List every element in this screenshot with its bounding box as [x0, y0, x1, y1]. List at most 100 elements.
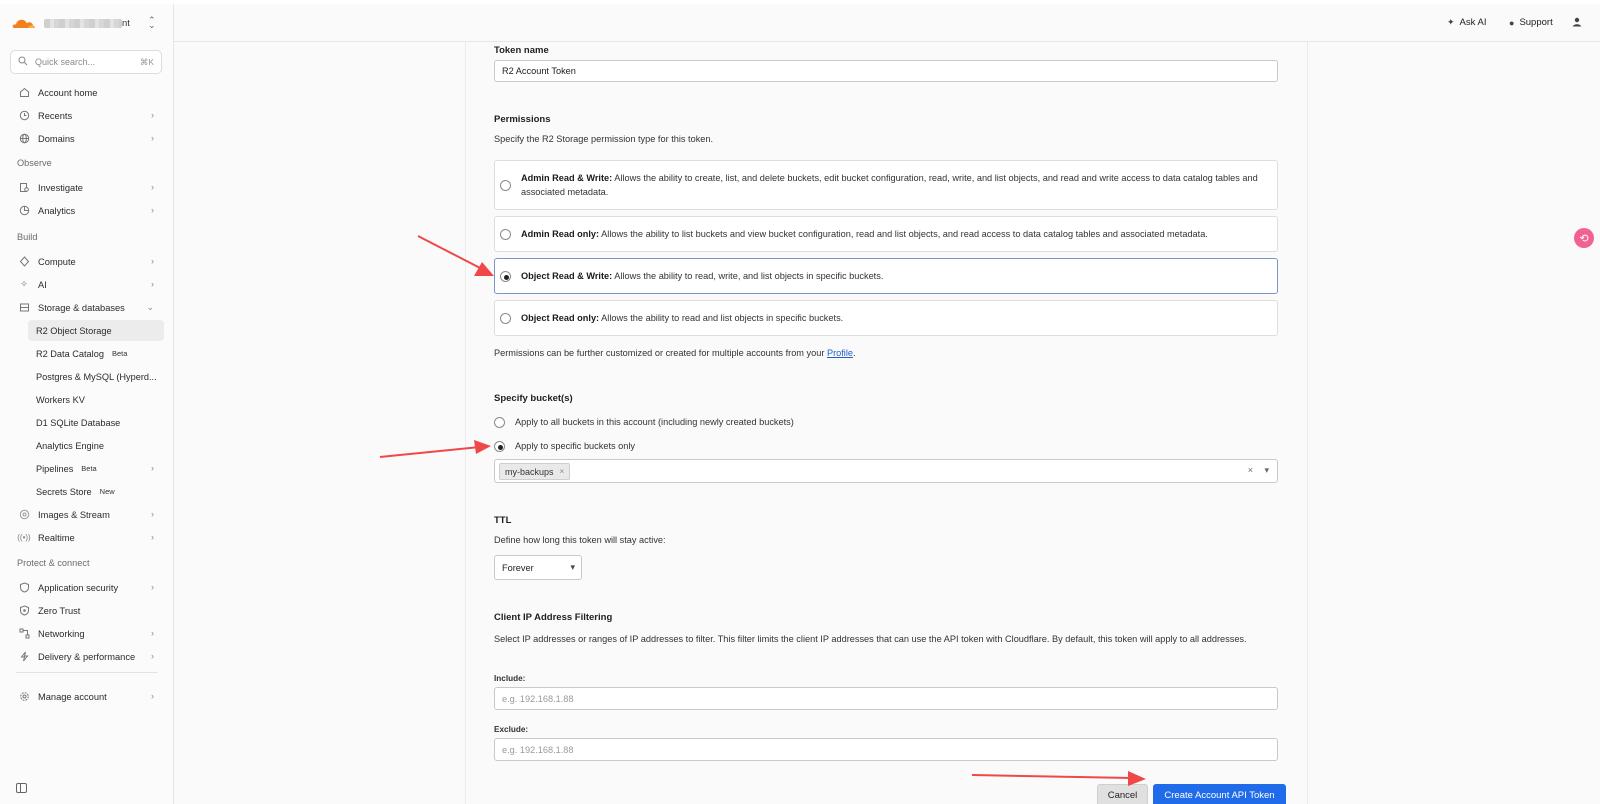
group-label-observe: Observe — [17, 158, 52, 168]
permission-option-admin-read-write[interactable]: Admin Read & Write: Allows the ability t… — [494, 160, 1278, 210]
help-icon: ● — [1509, 17, 1515, 28]
ttl-select[interactable]: Forever ▾ — [494, 555, 582, 580]
permission-option-text: Admin Read only: Allows the ability to l… — [521, 227, 1261, 241]
remove-tag-icon[interactable]: × — [560, 467, 565, 476]
sidebar-item-recents[interactable]: Recents › — [10, 105, 164, 126]
permission-title: Object Read & Write: — [521, 271, 613, 281]
sparkle-icon: ✧ — [20, 279, 28, 289]
radio-object-read-write[interactable] — [500, 271, 511, 282]
bucket-option-specific-label: Apply to specific buckets only — [515, 441, 636, 451]
sidebar-item-label: Application security — [38, 582, 119, 593]
bucket-tag-label: my-backups — [505, 466, 554, 477]
sidebar-item-account-home[interactable]: Account home — [10, 82, 164, 103]
sidebar-item-networking[interactable]: Networking › — [10, 623, 164, 644]
home-icon — [18, 87, 30, 99]
token-name-value: R2 Account Token — [502, 66, 576, 76]
sidebar-item-postgres-mysql[interactable]: Postgres & MySQL (Hyperd... — [28, 366, 164, 387]
sidebar-item-label: Workers KV — [36, 394, 85, 405]
permission-option-object-read-only[interactable]: Object Read only: Allows the ability to … — [494, 300, 1278, 336]
radio-all-buckets[interactable] — [494, 417, 505, 428]
ask-ai-button[interactable]: ✦ Ask AI — [1447, 17, 1486, 28]
sidebar-item-label: R2 Data Catalog — [36, 348, 104, 359]
ip-filter-label: Client IP Address Filtering — [494, 612, 613, 623]
sidebar-item-domains[interactable]: Domains › — [10, 128, 164, 149]
chevron-right-icon: › — [151, 182, 154, 192]
exclude-label: Exclude: — [494, 725, 529, 734]
sidebar-item-r2-object-storage[interactable]: R2 Object Storage — [28, 320, 164, 341]
sidebar-item-ai[interactable]: ✧ AI › — [10, 274, 164, 295]
permission-option-text: Object Read only: Allows the ability to … — [521, 311, 1261, 325]
chevron-right-icon: › — [151, 279, 154, 289]
buckets-label: Specify bucket(s) — [494, 393, 573, 404]
exclude-placeholder: e.g. 192.168.1.88 — [502, 744, 574, 755]
sidebar-item-label: Manage account — [38, 691, 107, 702]
chevron-right-icon: › — [151, 256, 154, 266]
sidebar-item-storage-databases[interactable]: Storage & databases ⌄ — [10, 297, 164, 318]
beta-badge: Beta — [111, 349, 128, 358]
exclude-ip-input[interactable]: e.g. 192.168.1.88 — [494, 738, 1278, 761]
sidebar-item-label: D1 SQLite Database — [36, 417, 121, 428]
bucket-option-all[interactable]: Apply to all buckets in this account (in… — [494, 416, 1094, 430]
redacted-account-name — [44, 18, 122, 28]
sidebar-item-label: R2 Object Storage — [36, 325, 112, 336]
beta-badge: Beta — [81, 464, 97, 473]
permissions-description: Specify the R2 Storage permission type f… — [494, 134, 714, 144]
globe-icon — [18, 133, 30, 145]
sidebar-item-manage-account[interactable]: Manage account › — [10, 686, 164, 707]
sidebar-item-delivery-performance[interactable]: Delivery & performance › — [10, 646, 164, 667]
cancel-button[interactable]: Cancel — [1097, 784, 1148, 804]
account-switcher[interactable]: nt ⌃ ⌄ — [0, 4, 174, 42]
sidebar-item-zero-trust[interactable]: Zero Trust — [10, 600, 164, 621]
user-menu-button[interactable] — [1572, 17, 1582, 30]
profile-link[interactable]: Profile — [827, 348, 853, 358]
permission-option-text: Admin Read & Write: Allows the ability t… — [521, 171, 1261, 199]
sidebar-divider — [16, 672, 158, 673]
chevron-right-icon: › — [151, 463, 154, 473]
permission-title: Admin Read only: — [521, 229, 600, 239]
new-badge: New — [99, 487, 115, 496]
create-token-button[interactable]: Create Account API Token — [1153, 784, 1286, 804]
quick-search-input[interactable]: Quick search... ⌘K — [10, 50, 162, 74]
sidebar-item-secrets-store[interactable]: Secrets Store New — [28, 481, 164, 502]
sidebar-item-analytics[interactable]: Analytics › — [10, 200, 164, 221]
sidebar-item-application-security[interactable]: Application security › — [10, 577, 164, 598]
permission-title: Admin Read & Write: — [521, 173, 613, 183]
chevron-updown-icon[interactable]: ⌃ ⌄ — [148, 16, 156, 30]
include-ip-input[interactable]: e.g. 192.168.1.88 — [494, 687, 1278, 710]
bucket-option-specific[interactable]: Apply to specific buckets only — [494, 440, 1094, 454]
sidebar-item-workers-kv[interactable]: Workers KV — [28, 389, 164, 410]
bucket-multiselect[interactable]: my-backups × × ▾ — [494, 459, 1278, 483]
sidebar-item-realtime[interactable]: ((•)) Realtime › — [10, 527, 164, 548]
sidebar-item-analytics-engine[interactable]: Analytics Engine — [28, 435, 164, 456]
translate-widget-icon[interactable]: ⟲ — [1574, 228, 1594, 248]
sidebar-item-label: Delivery & performance — [38, 651, 136, 662]
sidebar-item-pipelines[interactable]: Pipelines Beta › — [28, 458, 164, 479]
radio-object-read-only[interactable] — [500, 313, 511, 324]
permission-option-admin-read-only[interactable]: Admin Read only: Allows the ability to l… — [494, 216, 1278, 252]
search-shortcut: ⌘K — [139, 56, 154, 67]
permission-option-object-read-write[interactable]: Object Read & Write: Allows the ability … — [494, 258, 1278, 294]
sidebar-item-investigate[interactable]: Investigate › — [10, 177, 164, 198]
caret-down-icon[interactable]: ▾ — [1264, 465, 1269, 475]
token-name-input[interactable]: R2 Account Token — [494, 60, 1278, 82]
radio-admin-read-write[interactable] — [500, 180, 511, 191]
chevron-right-icon: › — [151, 582, 154, 592]
chevron-right-icon: › — [151, 205, 154, 215]
radio-admin-read-only[interactable] — [500, 229, 511, 240]
sidebar-item-label: Compute — [38, 256, 76, 267]
support-button[interactable]: ● Support — [1509, 17, 1553, 28]
clear-icon[interactable]: × — [1248, 465, 1253, 475]
sparkle-icon: ✦ — [1447, 17, 1455, 27]
sidebar-collapse-icon[interactable] — [16, 783, 27, 793]
ttl-label: TTL — [494, 515, 512, 526]
app-window: nt ⌃ ⌄ Quick search... ⌘K Account home Re… — [0, 4, 1600, 804]
sidebar-item-r2-data-catalog[interactable]: R2 Data Catalog Beta — [28, 343, 164, 364]
sidebar-item-images-stream[interactable]: Images & Stream › — [10, 504, 164, 525]
sidebar-item-compute[interactable]: Compute › — [10, 251, 164, 272]
sidebar-item-label: Postgres & MySQL (Hyperd... — [36, 371, 157, 382]
group-label-build: Build — [17, 232, 38, 242]
image-icon — [18, 509, 30, 521]
sidebar-item-label: Images & Stream — [38, 509, 110, 520]
sidebar-item-d1-sqlite[interactable]: D1 SQLite Database — [28, 412, 164, 433]
radio-specific-buckets[interactable] — [494, 441, 505, 452]
